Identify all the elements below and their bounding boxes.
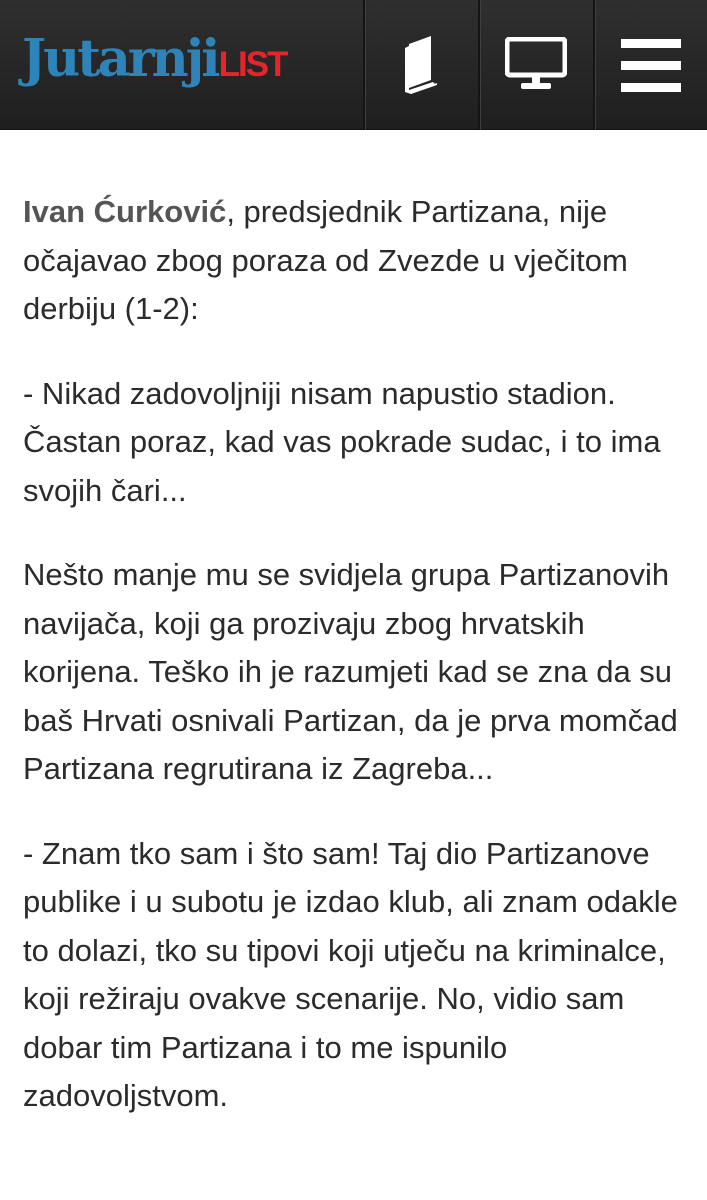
article-paragraph: Nešto manje mu se svidjela grupa Partiza… — [23, 557, 678, 786]
magazine-button[interactable] — [363, 0, 477, 130]
menu-button[interactable] — [593, 0, 707, 130]
desktop-version-button[interactable] — [478, 0, 592, 130]
article-paragraph: - Znam tko sam i što sam! Taj dio Partiz… — [23, 835, 678, 1114]
menu-icon — [621, 37, 681, 93]
article-paragraph: Ivan Ćurković, predsjednik Partizana, ni… — [23, 188, 687, 334]
author-name[interactable]: Ivan Ćurković — [23, 194, 226, 229]
magazine-icon — [401, 34, 441, 96]
jutarnji-list-logo[interactable]: Jutarnji LIST — [22, 29, 289, 104]
article-paragraph: - Nikad zadovoljniji nisam napustio stad… — [23, 375, 661, 508]
article-body: Ivan Ćurković, predsjednik Partizana, ni… — [23, 188, 687, 1157]
desktop-icon — [505, 37, 567, 93]
logo-suffix: LIST — [218, 45, 289, 84]
logo-wordmark: Jutarnji — [22, 29, 221, 89]
top-navigation-bar: Jutarnji LIST — [0, 0, 707, 130]
